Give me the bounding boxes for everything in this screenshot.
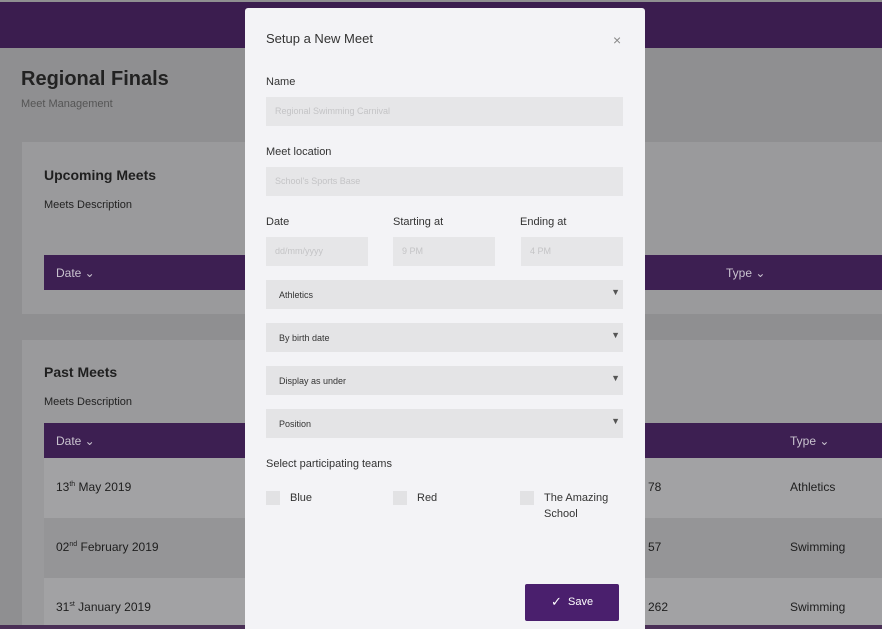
- value-cell: 57: [648, 540, 662, 554]
- team-red-label: Red: [417, 492, 438, 504]
- upcoming-meets-title: Upcoming Meets: [44, 167, 157, 183]
- team-amazing-school-label: The Amazing School: [544, 492, 609, 520]
- start-time-label: Starting at: [393, 216, 444, 228]
- type-cell: Swimming: [790, 600, 846, 614]
- team-blue-label: Blue: [290, 492, 313, 504]
- name-input[interactable]: Regional Swimming Carnival: [266, 97, 623, 126]
- value-cell: 262: [648, 600, 669, 614]
- caret-down-icon: ▼: [611, 330, 620, 340]
- type-cell: Athletics: [790, 480, 836, 494]
- caret-down-icon: ▼: [611, 287, 620, 297]
- display-select[interactable]: Display as under ▼: [266, 366, 623, 395]
- date-column-header[interactable]: Date ⌄: [56, 266, 95, 280]
- scoring-select-value: Position: [279, 419, 312, 429]
- sport-select[interactable]: Athletics ▼: [266, 280, 623, 309]
- team-amazing-school-checkbox[interactable]: [520, 491, 534, 505]
- team-blue-checkbox[interactable]: [266, 491, 280, 505]
- caret-down-icon: ▼: [611, 373, 620, 383]
- age-grouping-select[interactable]: By birth date ▼: [266, 323, 623, 352]
- display-select-value: Display as under: [279, 376, 347, 386]
- end-time-label: Ending at: [520, 216, 567, 228]
- page-subtitle: Meet Management: [21, 98, 113, 110]
- name-label: Name: [266, 76, 296, 88]
- age-grouping-select-value: By birth date: [279, 333, 330, 343]
- past-meets-title: Past Meets: [44, 364, 118, 380]
- date-label: Date: [266, 216, 290, 228]
- team-red-checkbox[interactable]: [393, 491, 407, 505]
- past-meets-description: Meets Description: [44, 396, 133, 408]
- date-cell: 13th May 2019: [56, 480, 132, 494]
- type-column-header[interactable]: Type ⌄: [726, 266, 765, 280]
- date-cell: 02nd February 2019: [56, 540, 159, 554]
- start-time-input[interactable]: 9 PM: [393, 237, 495, 266]
- type-cell: Swimming: [790, 540, 846, 554]
- save-button-label: Save: [568, 596, 594, 608]
- save-button[interactable]: ✓ Save: [525, 584, 619, 621]
- new-meet-modal: Setup a New Meet × Name Regional Swimmin…: [245, 8, 645, 629]
- type-column-header[interactable]: Type ⌄: [790, 434, 829, 448]
- modal-title: Setup a New Meet: [266, 31, 373, 46]
- close-icon[interactable]: ×: [613, 32, 621, 48]
- checkmark-icon: ✓: [551, 594, 562, 609]
- upcoming-meets-description: Meets Description: [44, 199, 133, 211]
- value-cell: 78: [648, 480, 662, 494]
- location-label: Meet location: [266, 146, 332, 158]
- date-cell: 31st January 2019: [56, 600, 151, 614]
- date-input[interactable]: dd/mm/yyyy: [266, 237, 368, 266]
- end-time-input[interactable]: 4 PM: [521, 237, 623, 266]
- sport-select-value: Athletics: [279, 290, 314, 300]
- location-input[interactable]: School's Sports Base: [266, 167, 623, 196]
- caret-down-icon: ▼: [611, 416, 620, 426]
- page-title: Regional Finals: [21, 68, 169, 90]
- date-column-header[interactable]: Date ⌄: [56, 434, 95, 448]
- scoring-select[interactable]: Position ▼: [266, 409, 623, 438]
- teams-label: Select participating teams: [266, 458, 392, 470]
